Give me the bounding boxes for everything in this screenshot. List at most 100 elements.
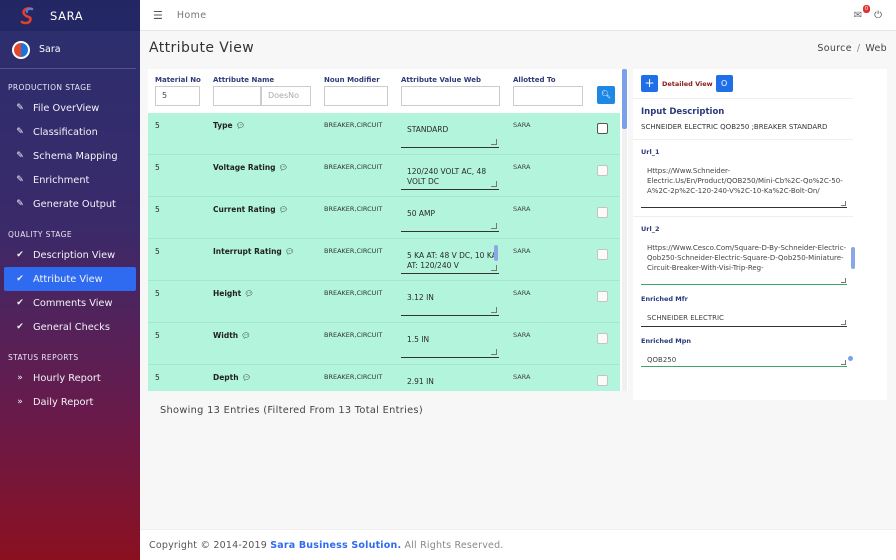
user-profile[interactable]: Sara [0,31,136,69]
cell-attribute-value-textarea[interactable]: 5 KA AT: 48 V DC, 10 KA AT: 120/240 V [401,245,499,274]
brand[interactable]: SARA [0,0,140,31]
sidebar-item-description-view[interactable]: ✔ Description View [0,243,136,267]
expand-plus-button[interactable]: + [641,75,658,92]
sidebar-section-title: PRODUCTION STAGE [8,83,92,92]
app-name: SARA [50,8,84,23]
row-checkbox[interactable] [597,291,608,302]
value-scrollbar[interactable] [494,245,498,261]
filter-attribute-name-mode[interactable]: DoesNo [261,86,311,106]
sidebar-item-general-checks[interactable]: ✔ General Checks [0,315,136,339]
header-attribute-name: Attribute Name [213,76,275,84]
url2-textarea[interactable]: Https://Www.Cesco.Com/Square-D-By-Schnei… [641,239,847,285]
edit-icon: ✎ [16,199,24,209]
table-scrollbar[interactable] [622,69,627,391]
search-icon: 🔍︎ [600,90,612,99]
sidebar-item-schema-mapping[interactable]: ✎ Schema Mapping [0,144,136,168]
attribute-name-text: Height [213,289,242,298]
row-checkbox[interactable] [597,333,608,344]
footer-company-link[interactable]: Sara Business Solution. [270,540,401,551]
comment-icon[interactable]: 💬︎ [285,247,295,256]
cell-noun-modifier: BREAKER,CIRCUIT [324,205,383,213]
sidebar-item-generate-output[interactable]: ✎ Generate Output [0,192,136,216]
sidebar-item-attribute-view[interactable]: ✔ Attribute View [4,267,136,291]
comment-icon[interactable]: 💬︎ [236,121,246,130]
sidebar-item-label: Enrichment [33,174,90,186]
sidebar-item-daily-report[interactable]: » Daily Report [0,390,136,414]
cell-attribute-value-textarea[interactable]: 120/240 VOLT AC, 48 VOLT DC [401,161,499,190]
sidebar-item-file-overview[interactable]: ✎ File OverView [0,96,136,120]
cell-attribute-value-textarea[interactable]: 2.91 IN [401,371,499,391]
url2-scrollbar[interactable] [851,247,855,269]
sidebar-section-title: QUALITY STAGE [8,230,72,239]
sidebar-item-label: General Checks [33,321,110,333]
mpn-indicator [848,356,853,361]
comment-icon[interactable]: 💬︎ [279,205,289,214]
row-checkbox[interactable] [597,249,608,260]
comment-icon[interactable]: 💬︎ [244,289,254,298]
cell-material-no: 5 [155,331,160,340]
cell-noun-modifier: BREAKER,CIRCUIT [324,163,383,171]
o-button[interactable]: O [715,75,733,92]
row-checkbox[interactable] [597,207,608,218]
double-chevron-icon: » [17,397,23,407]
url1-textarea[interactable]: Https://Www.Schneider-Electric.Us/En/Pro… [641,162,847,208]
row-checkbox[interactable] [597,375,608,386]
table-row: 5 Current Rating 💬︎ BREAKER,CIRCUIT 50 AMP SA… [148,197,620,239]
table-row: 5 Voltage Rating 💬︎ BREAKER,CIRCUIT 120/240 … [148,155,620,197]
notification-icon[interactable]: ✉ 0 [854,4,871,21]
cell-attribute-name: Type 💬︎ [213,121,245,130]
user-name: Sara [39,44,61,55]
breadcrumb: Source / Web [817,43,887,54]
comment-icon[interactable]: 💬︎ [241,331,251,340]
sidebar-item-label: Daily Report [33,396,94,408]
cell-attribute-name: Interrupt Rating 💬︎ [213,247,294,256]
cell-noun-modifier: BREAKER,CIRCUIT [324,289,383,297]
crumb-web[interactable]: Web [865,43,887,54]
cell-attribute-value-textarea[interactable]: 1.5 IN [401,329,499,358]
check-icon: ✔ [16,322,24,332]
cell-material-no: 5 [155,289,160,298]
cell-attribute-value-textarea[interactable]: 3.12 IN [401,287,499,316]
sara-logo-icon [20,6,34,24]
attribute-name-text: Voltage Rating [213,163,276,172]
attribute-name-text: Interrupt Rating [213,247,282,256]
comment-icon[interactable]: 💬︎ [242,373,252,382]
attribute-name-text: Type [213,121,233,130]
sidebar-item-classification[interactable]: ✎ Classification [0,120,136,144]
sidebar-item-comments-view[interactable]: ✔ Comments View [0,291,136,315]
sidebar-item-enrichment[interactable]: ✎ Enrichment [0,168,136,192]
cell-allotted-to: SARA [513,121,531,129]
cell-allotted-to: SARA [513,331,531,339]
cell-material-no: 5 [155,163,160,172]
enriched-mfr-field[interactable]: SCHNEIDER ELECTRIC [641,309,847,327]
sidebar-item-label: File OverView [33,102,100,114]
notification-badge: 0 [862,4,871,13]
enriched-mpn-field[interactable]: QOB250 [641,351,847,367]
url1-label: Url_1 [641,148,660,156]
sidebar-item-hourly-report[interactable]: » Hourly Report [0,366,136,390]
filter-allotted-to[interactable] [513,86,583,106]
comment-icon[interactable]: 💬︎ [279,163,289,172]
cell-material-no: 5 [155,373,160,382]
sidebar-item-label: Description View [33,249,116,261]
row-checkbox[interactable] [597,123,608,134]
filter-attribute-name[interactable] [213,86,261,106]
crumb-source[interactable]: Source [817,43,851,54]
table-body: 5 Type 💬︎ BREAKER,CIRCUIT STANDARD SARA 5 Volta… [148,113,620,391]
breadcrumb-home[interactable]: Home [177,10,207,21]
table-header: Material No Attribute Name Noun Modifier… [148,69,628,113]
edit-icon: ✎ [16,151,24,161]
power-icon[interactable]: ⏻ [874,10,882,21]
table-row: 5 Depth 💬︎ BREAKER,CIRCUIT 2.91 IN SARA [148,365,620,391]
search-button[interactable]: 🔍︎ [597,86,615,104]
filter-material-no[interactable]: 5 [155,86,200,106]
cell-attribute-value-textarea[interactable]: STANDARD [401,119,499,148]
filter-attribute-value-web[interactable] [401,86,500,106]
menu-toggle-icon[interactable]: ☰ [153,9,163,22]
table-scroll-thumb[interactable] [622,69,627,129]
cell-attribute-value-textarea[interactable]: 50 AMP [401,203,499,232]
row-checkbox[interactable] [597,165,608,176]
filter-noun-modifier[interactable] [324,86,388,106]
check-icon: ✔ [16,250,24,260]
cell-attribute-name: Width 💬︎ [213,331,251,340]
